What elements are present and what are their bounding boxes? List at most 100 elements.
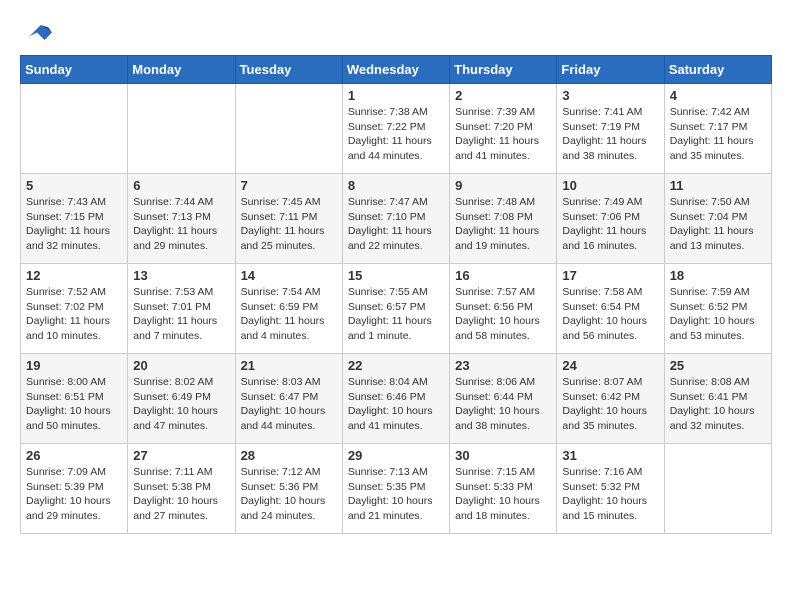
weekday-header-friday: Friday <box>557 56 664 84</box>
calendar-cell: 22 Sunrise: 8:04 AM Sunset: 6:46 PM Dayli… <box>342 354 449 444</box>
day-info: Sunrise: 7:54 AM Sunset: 6:59 PM Dayligh… <box>241 285 337 344</box>
calendar-cell <box>664 444 771 534</box>
day-number: 2 <box>455 88 551 103</box>
calendar-week-row: 19 Sunrise: 8:00 AM Sunset: 6:51 PM Dayli… <box>21 354 772 444</box>
day-info: Sunrise: 7:11 AM Sunset: 5:38 PM Dayligh… <box>133 465 229 524</box>
calendar-cell: 12 Sunrise: 7:52 AM Sunset: 7:02 PM Dayli… <box>21 264 128 354</box>
calendar-week-row: 5 Sunrise: 7:43 AM Sunset: 7:15 PM Daylig… <box>21 174 772 264</box>
logo-bird-icon <box>22 20 52 45</box>
calendar-cell: 21 Sunrise: 8:03 AM Sunset: 6:47 PM Dayli… <box>235 354 342 444</box>
day-number: 12 <box>26 268 122 283</box>
calendar-cell: 23 Sunrise: 8:06 AM Sunset: 6:44 PM Dayli… <box>450 354 557 444</box>
day-number: 5 <box>26 178 122 193</box>
calendar-cell: 5 Sunrise: 7:43 AM Sunset: 7:15 PM Daylig… <box>21 174 128 264</box>
day-number: 7 <box>241 178 337 193</box>
day-number: 19 <box>26 358 122 373</box>
calendar-cell: 3Sunrise: 7:41 AM Sunset: 7:19 PM Daylig… <box>557 84 664 174</box>
day-info: Sunrise: 8:00 AM Sunset: 6:51 PM Dayligh… <box>26 375 122 434</box>
calendar-week-row: 12 Sunrise: 7:52 AM Sunset: 7:02 PM Dayli… <box>21 264 772 354</box>
calendar-cell <box>21 84 128 174</box>
day-number: 29 <box>348 448 444 463</box>
day-info: Sunrise: 7:44 AM Sunset: 7:13 PM Dayligh… <box>133 195 229 254</box>
day-info: Sunrise: 8:06 AM Sunset: 6:44 PM Dayligh… <box>455 375 551 434</box>
day-number: 1 <box>348 88 444 103</box>
day-number: 27 <box>133 448 229 463</box>
day-info: Sunrise: 8:07 AM Sunset: 6:42 PM Dayligh… <box>562 375 658 434</box>
calendar-cell: 11 Sunrise: 7:50 AM Sunset: 7:04 PM Dayli… <box>664 174 771 264</box>
day-number: 6 <box>133 178 229 193</box>
day-info: Sunrise: 7:48 AM Sunset: 7:08 PM Dayligh… <box>455 195 551 254</box>
calendar-cell: 2 Sunrise: 7:39 AM Sunset: 7:20 PM Daylig… <box>450 84 557 174</box>
calendar-week-row: 1Sunrise: 7:38 AM Sunset: 7:22 PM Daylig… <box>21 84 772 174</box>
calendar-cell: 31Sunrise: 7:16 AM Sunset: 5:32 PM Dayli… <box>557 444 664 534</box>
day-number: 18 <box>670 268 766 283</box>
day-info: Sunrise: 7:49 AM Sunset: 7:06 PM Dayligh… <box>562 195 658 254</box>
calendar-cell: 25Sunrise: 8:08 AM Sunset: 6:41 PM Dayli… <box>664 354 771 444</box>
day-number: 28 <box>241 448 337 463</box>
calendar-week-row: 26 Sunrise: 7:09 AM Sunset: 5:39 PM Dayli… <box>21 444 772 534</box>
calendar-cell: 29 Sunrise: 7:13 AM Sunset: 5:35 PM Dayli… <box>342 444 449 534</box>
weekday-header-thursday: Thursday <box>450 56 557 84</box>
day-info: Sunrise: 7:13 AM Sunset: 5:35 PM Dayligh… <box>348 465 444 524</box>
day-number: 17 <box>562 268 658 283</box>
day-info: Sunrise: 7:42 AM Sunset: 7:17 PM Dayligh… <box>670 105 766 164</box>
day-number: 4 <box>670 88 766 103</box>
day-number: 14 <box>241 268 337 283</box>
calendar-cell: 26 Sunrise: 7:09 AM Sunset: 5:39 PM Dayli… <box>21 444 128 534</box>
day-info: Sunrise: 7:50 AM Sunset: 7:04 PM Dayligh… <box>670 195 766 254</box>
day-number: 24 <box>562 358 658 373</box>
day-info: Sunrise: 7:52 AM Sunset: 7:02 PM Dayligh… <box>26 285 122 344</box>
logo <box>20 20 52 45</box>
day-info: Sunrise: 8:08 AM Sunset: 6:41 PM Dayligh… <box>670 375 766 434</box>
calendar-cell: 27 Sunrise: 7:11 AM Sunset: 5:38 PM Dayli… <box>128 444 235 534</box>
day-info: Sunrise: 7:53 AM Sunset: 7:01 PM Dayligh… <box>133 285 229 344</box>
day-number: 26 <box>26 448 122 463</box>
day-info: Sunrise: 8:03 AM Sunset: 6:47 PM Dayligh… <box>241 375 337 434</box>
calendar-cell: 14 Sunrise: 7:54 AM Sunset: 6:59 PM Dayli… <box>235 264 342 354</box>
calendar-cell: 8 Sunrise: 7:47 AM Sunset: 7:10 PM Daylig… <box>342 174 449 264</box>
day-number: 20 <box>133 358 229 373</box>
day-info: Sunrise: 7:55 AM Sunset: 6:57 PM Dayligh… <box>348 285 444 344</box>
calendar-cell: 7 Sunrise: 7:45 AM Sunset: 7:11 PM Daylig… <box>235 174 342 264</box>
day-info: Sunrise: 7:47 AM Sunset: 7:10 PM Dayligh… <box>348 195 444 254</box>
calendar-cell: 24 Sunrise: 8:07 AM Sunset: 6:42 PM Dayli… <box>557 354 664 444</box>
day-number: 22 <box>348 358 444 373</box>
calendar-header-row: SundayMondayTuesdayWednesdayThursdayFrid… <box>21 56 772 84</box>
day-number: 3 <box>562 88 658 103</box>
weekday-header-wednesday: Wednesday <box>342 56 449 84</box>
day-info: Sunrise: 7:57 AM Sunset: 6:56 PM Dayligh… <box>455 285 551 344</box>
calendar-cell: 13Sunrise: 7:53 AM Sunset: 7:01 PM Dayli… <box>128 264 235 354</box>
day-number: 11 <box>670 178 766 193</box>
day-number: 10 <box>562 178 658 193</box>
weekday-header-monday: Monday <box>128 56 235 84</box>
day-info: Sunrise: 7:09 AM Sunset: 5:39 PM Dayligh… <box>26 465 122 524</box>
day-info: Sunrise: 7:45 AM Sunset: 7:11 PM Dayligh… <box>241 195 337 254</box>
calendar-table: SundayMondayTuesdayWednesdayThursdayFrid… <box>20 55 772 534</box>
calendar-cell: 28Sunrise: 7:12 AM Sunset: 5:36 PM Dayli… <box>235 444 342 534</box>
calendar-cell: 1Sunrise: 7:38 AM Sunset: 7:22 PM Daylig… <box>342 84 449 174</box>
day-info: Sunrise: 7:43 AM Sunset: 7:15 PM Dayligh… <box>26 195 122 254</box>
calendar-cell: 4 Sunrise: 7:42 AM Sunset: 7:17 PM Daylig… <box>664 84 771 174</box>
day-number: 16 <box>455 268 551 283</box>
weekday-header-sunday: Sunday <box>21 56 128 84</box>
day-number: 9 <box>455 178 551 193</box>
calendar-cell: 18 Sunrise: 7:59 AM Sunset: 6:52 PM Dayli… <box>664 264 771 354</box>
calendar-cell: 9 Sunrise: 7:48 AM Sunset: 7:08 PM Daylig… <box>450 174 557 264</box>
calendar-cell: 6 Sunrise: 7:44 AM Sunset: 7:13 PM Daylig… <box>128 174 235 264</box>
day-info: Sunrise: 8:02 AM Sunset: 6:49 PM Dayligh… <box>133 375 229 434</box>
day-number: 21 <box>241 358 337 373</box>
day-info: Sunrise: 8:04 AM Sunset: 6:46 PM Dayligh… <box>348 375 444 434</box>
calendar-cell: 20 Sunrise: 8:02 AM Sunset: 6:49 PM Dayli… <box>128 354 235 444</box>
day-number: 23 <box>455 358 551 373</box>
calendar-cell: 30Sunrise: 7:15 AM Sunset: 5:33 PM Dayli… <box>450 444 557 534</box>
calendar-cell: 17 Sunrise: 7:58 AM Sunset: 6:54 PM Dayli… <box>557 264 664 354</box>
calendar-cell: 16 Sunrise: 7:57 AM Sunset: 6:56 PM Dayli… <box>450 264 557 354</box>
day-info: Sunrise: 7:58 AM Sunset: 6:54 PM Dayligh… <box>562 285 658 344</box>
page-header <box>20 20 772 45</box>
calendar-cell: 19 Sunrise: 8:00 AM Sunset: 6:51 PM Dayli… <box>21 354 128 444</box>
weekday-header-saturday: Saturday <box>664 56 771 84</box>
day-number: 8 <box>348 178 444 193</box>
day-info: Sunrise: 7:39 AM Sunset: 7:20 PM Dayligh… <box>455 105 551 164</box>
day-info: Sunrise: 7:16 AM Sunset: 5:32 PM Dayligh… <box>562 465 658 524</box>
day-info: Sunrise: 7:59 AM Sunset: 6:52 PM Dayligh… <box>670 285 766 344</box>
